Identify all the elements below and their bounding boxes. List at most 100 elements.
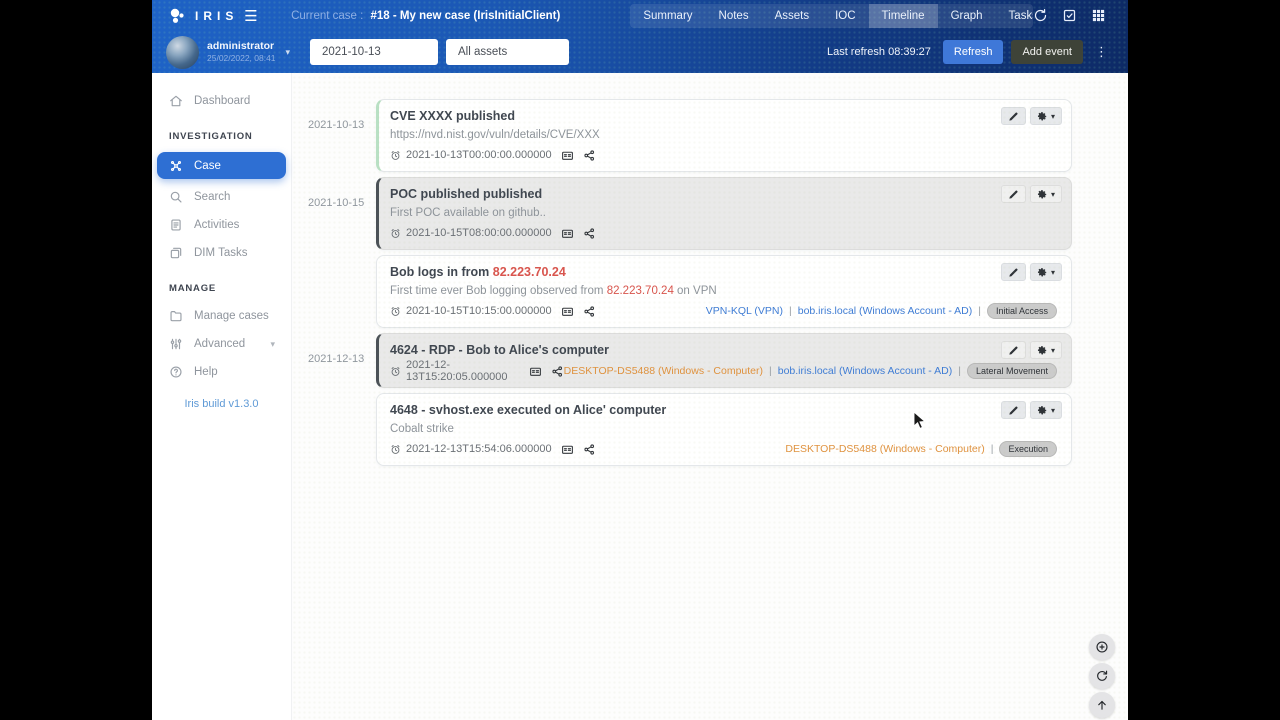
check-square-icon[interactable] [1062,8,1077,23]
share-icon[interactable] [583,443,596,456]
asset-link[interactable]: bob.iris.local (Windows Account - AD) [798,305,972,317]
hamburger-menu-icon[interactable]: ☰ [239,7,263,25]
separator: | [990,443,994,455]
id-card-icon[interactable] [529,365,542,378]
edit-event-button[interactable] [1000,401,1026,419]
edit-event-button[interactable] [1000,107,1026,125]
sidebar-item-label: Dashboard [194,95,251,107]
asset-filter-select[interactable]: All assets [446,39,569,65]
timeline-toolbar: administrator 25/02/2022, 08:41 ▾ All as… [152,31,1128,73]
sliders-icon [169,337,183,351]
gear-icon [1037,405,1048,416]
event-card: 4624 - RDP - Bob to Alice's computer 2021… [376,333,1072,388]
asset-link[interactable]: bob.iris.local (Windows Account - AD) [778,365,952,377]
event-settings-button[interactable]: ▾ [1029,263,1062,281]
clock-icon [390,228,401,239]
edit-event-button[interactable] [1000,185,1026,203]
event-title: CVE XXXX published [390,109,516,123]
clock-icon [390,306,401,317]
nav-tab-notes[interactable]: Notes [706,4,762,28]
pencil-icon [1008,111,1019,122]
event-date-label [292,393,376,466]
iris-app-window: IRIS ☰ Current case : #18 - My new case … [152,0,1128,720]
sidebar-item-manage-cases[interactable]: Manage cases [152,302,291,330]
sidebar-item-dashboard[interactable]: Dashboard [152,87,291,115]
timeline-event-row: 2021-10-15 POC published published First P… [292,177,1128,250]
event-settings-button[interactable]: ▾ [1029,401,1062,419]
chevron-down-icon: ▾ [1050,189,1055,199]
ioc-ip[interactable]: 82.223.70.24 [607,285,674,297]
separator: | [769,365,772,377]
nav-tab-ioc[interactable]: IOC [822,4,868,28]
asset-link[interactable]: DESKTOP-DS5488 (Windows - Computer) [564,365,763,377]
sidebar-item-help[interactable]: Help [152,358,291,386]
toolbar-right: Last refresh 08:39:27 Refresh Add event … [827,40,1128,64]
timeline-event-row: 2021-12-13 4624 - RDP - Bob to Alice's co… [292,333,1128,388]
scroll-top-fab[interactable] [1089,692,1115,718]
plus-circle-icon [1095,640,1109,654]
sidebar-item-label: Manage cases [194,310,269,322]
user-menu[interactable]: administrator 25/02/2022, 08:41 ▾ [152,35,292,69]
edit-event-button[interactable] [1000,263,1026,281]
iris-logo[interactable]: IRIS [152,8,239,24]
timeline-content: 2021-10-13 CVE XXXX published https://nvd.… [292,73,1128,720]
asset-link[interactable]: DESKTOP-DS5488 (Windows - Computer) [785,443,984,455]
share-icon[interactable] [583,227,596,240]
event-meta-row: 2021-10-13T00:00:00.000000 [390,147,1057,163]
share-icon[interactable] [551,365,564,378]
chevron-down-icon: ▾ [1050,405,1055,415]
avatar [166,35,199,69]
id-card-icon[interactable] [561,149,574,162]
event-timestamp: 2021-12-13T15:54:06.000000 [406,443,552,455]
sidebar-item-activities[interactable]: Activities [152,211,291,239]
event-links: DESKTOP-DS5488 (Windows - Computer) | Exec… [785,441,1057,457]
nav-tab-tasks[interactable]: Tasks [996,4,1033,28]
iris-build-link[interactable]: Iris build v1.3.0 [152,398,291,410]
asset-link[interactable]: VPN-KQL (VPN) [706,305,783,317]
redo-icon [1095,669,1109,683]
nav-tab-graph[interactable]: Graph [938,4,996,28]
share-icon[interactable] [583,305,596,318]
sync-icon[interactable] [1033,8,1048,23]
home-icon [169,94,183,108]
event-meta-row: 2021-10-15T10:15:00.000000 VPN-KQL (VPN) |… [390,303,1057,319]
event-settings-button[interactable]: ▾ [1029,185,1062,203]
add-event-button[interactable]: Add event [1011,40,1083,64]
id-card-icon[interactable] [561,305,574,318]
nav-tab-timeline[interactable]: Timeline [868,3,938,28]
id-card-icon[interactable] [561,227,574,240]
event-title: Bob logs in from 82.223.70.24 [390,265,566,279]
reload-timeline-fab[interactable] [1089,663,1115,689]
separator: | [789,305,792,317]
pencil-icon [1008,405,1019,416]
event-settings-button[interactable]: ▾ [1029,107,1062,125]
event-date-label: 2021-10-13 [308,119,365,131]
search-icon [169,190,183,204]
event-card: POC published published First POC availab… [376,177,1072,250]
refresh-button[interactable]: Refresh [942,40,1004,64]
nav-tab-summary[interactable]: Summary [630,4,705,28]
apps-grid-icon[interactable] [1091,8,1106,23]
add-event-fab[interactable] [1089,634,1115,660]
sidebar-item-advanced[interactable]: Advanced ▾ [152,330,291,358]
date-filter-input[interactable] [310,39,438,65]
ioc-ip[interactable]: 82.223.70.24 [493,265,566,279]
brand-name: IRIS [195,8,239,23]
chevron-down-icon: ▾ [1050,111,1055,121]
sidebar-item-dim-tasks[interactable]: DIM Tasks [152,239,291,267]
user-meta: administrator 25/02/2022, 08:41 [207,40,276,64]
id-card-icon[interactable] [561,443,574,456]
share-icon[interactable] [583,149,596,162]
folder-icon [169,309,183,323]
sidebar-section-investigation: INVESTIGATION [169,131,253,142]
edit-event-button[interactable] [1000,341,1026,359]
sidebar-item-case[interactable]: Case [157,152,286,179]
separator: | [958,365,961,377]
nav-tab-assets[interactable]: Assets [762,4,823,28]
last-refresh-text: Last refresh 08:39:27 [826,46,931,58]
user-caret-icon: ▾ [285,46,291,57]
sidebar-item-search[interactable]: Search [152,183,291,211]
sidebar-item-label: DIM Tasks [194,247,248,259]
toolbar-kebab-icon[interactable]: ⋮ [1091,44,1112,60]
event-settings-button[interactable]: ▾ [1029,341,1062,359]
